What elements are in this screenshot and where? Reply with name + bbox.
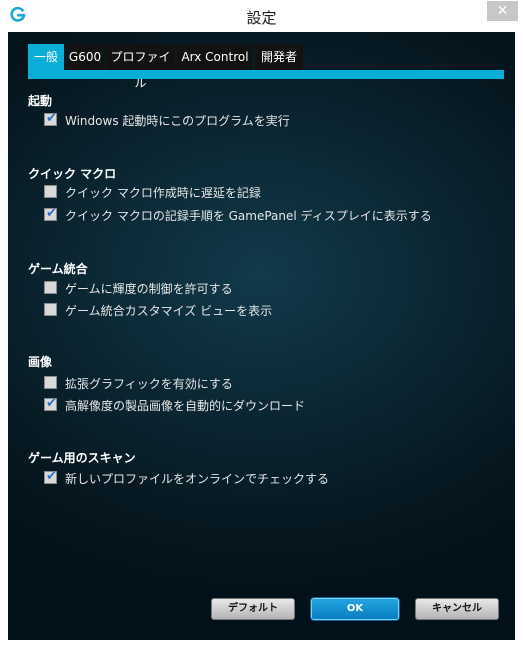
check-icon[interactable] [44,206,57,221]
option-label: 高解像度の製品画像を自動的にダウンロード [65,399,306,413]
section-heading-images: 画像 [28,355,53,369]
option-label: ゲームに輝度の制御を許可する [65,282,233,296]
checkbox[interactable] [44,376,57,389]
check-icon[interactable] [44,469,57,484]
option-label: クイック マクロの記録手順を GamePanel ディスプレイに表示する [65,209,432,223]
tab-g600[interactable]: G600 [66,44,104,70]
tab-arx-control[interactable]: Arx Control [177,44,253,70]
checkbox[interactable] [44,281,57,294]
check-icon[interactable] [44,396,57,411]
tab-profiles[interactable]: プロファイル [106,44,175,90]
settings-panel: 一般 G600 プロファイル Arx Control 開発者 起動 Window… [8,32,515,640]
section-heading-game-integration: ゲーム統合 [28,262,88,276]
window-frame-left [0,32,8,640]
check-icon[interactable] [44,111,57,126]
tab-general[interactable]: 一般 [28,44,64,72]
option-label: Windows 起動時にこのプログラムを実行 [65,114,290,128]
close-button[interactable]: ✕ [487,1,518,21]
section-heading-game-scan: ゲーム用のスキャン [28,451,136,465]
cancel-button[interactable]: キャンセル [415,598,499,620]
option-label: 拡張グラフィックを有効にする [65,377,233,391]
section-heading-quick-macro: クイック マクロ [28,167,117,181]
ok-button[interactable]: OK [311,598,399,620]
window-frame-bottom [0,640,523,648]
close-icon: ✕ [496,3,509,19]
title-bar: 設定 ✕ [0,0,523,32]
tab-developer[interactable]: 開発者 [255,44,303,70]
checkbox[interactable] [44,185,57,198]
section-heading-startup: 起動 [28,94,53,108]
window-title: 設定 [246,9,277,27]
option-label: ゲーム統合カスタマイズ ビューを表示 [65,304,273,318]
default-button[interactable]: デフォルト [211,598,295,620]
option-label: クイック マクロ作成時に遅延を記録 [65,186,261,200]
checkbox[interactable] [44,303,57,316]
window-frame-right [515,32,523,640]
option-label: 新しいプロファイルをオンラインでチェックする [65,472,330,486]
tab-underline-bar [28,70,504,79]
